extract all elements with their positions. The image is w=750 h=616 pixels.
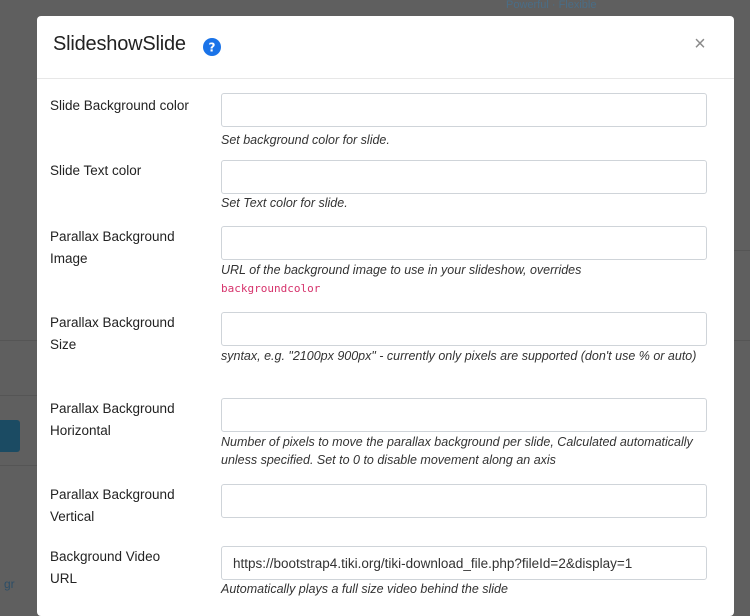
- background-divider: [734, 340, 750, 341]
- slide-text-color-input[interactable]: [221, 160, 707, 194]
- background-video-url-label: Background Video URL: [50, 549, 161, 586]
- parallax-background-size-label: Parallax Background Size: [50, 315, 175, 352]
- parallax-background-horizontal-label: Parallax Background Horizontal: [50, 401, 175, 438]
- modal-title: SlideshowSlide: [53, 33, 186, 55]
- help-icon[interactable]: ?: [203, 38, 221, 56]
- parallax-background-vertical-label: Parallax Background Vertical: [50, 487, 175, 524]
- background-header-text: Powerful · Flexible: [506, 0, 597, 10]
- modal-header: SlideshowSlide ? ×: [37, 16, 734, 79]
- parallax-background-image-input[interactable]: [221, 226, 707, 260]
- background-divider: [0, 340, 37, 341]
- background-divider: [0, 465, 37, 466]
- close-icon[interactable]: ×: [688, 32, 712, 56]
- background-video-url-input[interactable]: [221, 546, 707, 580]
- slide-background-color-label: Slide Background color: [50, 98, 189, 113]
- background-divider: [734, 250, 750, 251]
- background-divider: [0, 395, 37, 396]
- parallax-background-vertical-input[interactable]: [221, 484, 707, 518]
- modal-dialog: SlideshowSlide ? × Slide Background colo…: [37, 16, 734, 616]
- parallax-background-size-help: syntax, e.g. "2100px 900px" - currently …: [221, 349, 697, 363]
- parallax-background-image-label: Parallax Background Image: [50, 229, 175, 266]
- slide-background-color-help: Set background color for slide.: [221, 133, 390, 147]
- slide-background-color-input[interactable]: [221, 93, 707, 127]
- background-button: [0, 420, 20, 452]
- parallax-background-size-input[interactable]: [221, 312, 707, 346]
- slide-text-color-help: Set Text color for slide.: [221, 196, 348, 210]
- parallax-background-horizontal-help: Number of pixels to move the parallax ba…: [221, 435, 693, 467]
- slide-text-color-label: Slide Text color: [50, 163, 142, 178]
- background-video-url-help: Automatically plays a full size video be…: [221, 582, 508, 596]
- backgroundcolor-code: backgroundcolor: [221, 282, 321, 295]
- parallax-background-horizontal-input[interactable]: [221, 398, 707, 432]
- parallax-background-image-help: URL of the background image to use in yo…: [221, 261, 711, 298]
- svg-text:?: ?: [209, 41, 216, 55]
- background-text: gr: [4, 577, 15, 591]
- parallax-background-image-help-text: URL of the background image to use in yo…: [221, 263, 582, 277]
